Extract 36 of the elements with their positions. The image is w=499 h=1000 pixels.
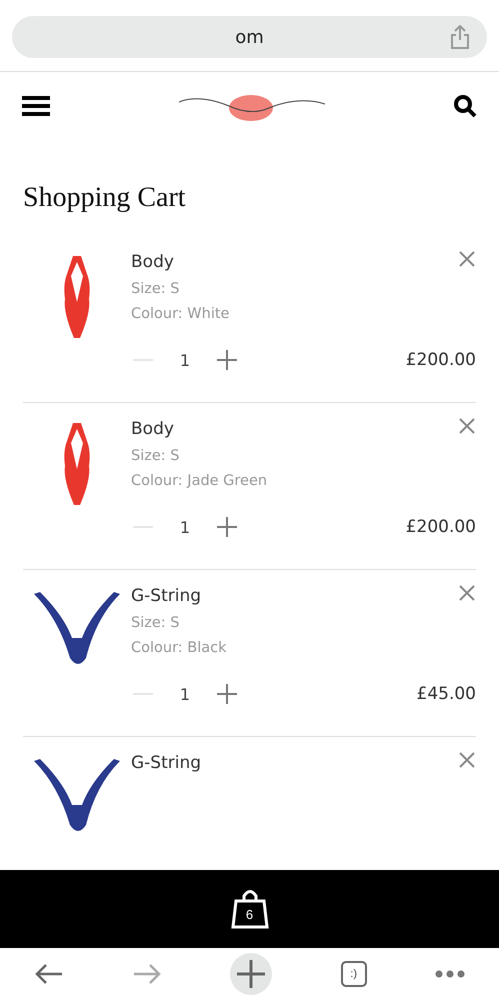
- size-text: Size: S: [131, 448, 180, 464]
- quantity-text: 1: [178, 350, 192, 370]
- product-name[interactable]: Body: [131, 252, 174, 272]
- colour-text: Colour: Black: [131, 640, 228, 656]
- address-bar[interactable]: om: [12, 16, 487, 58]
- close-icon[interactable]: [458, 250, 476, 268]
- size-text: Size: S: [131, 281, 180, 297]
- product-name[interactable]: Body: [131, 419, 174, 439]
- close-icon[interactable]: [458, 417, 476, 435]
- url-text: om: [235, 26, 264, 48]
- price-text: £45.00: [416, 684, 476, 704]
- back-icon[interactable]: [34, 963, 64, 985]
- plus-icon[interactable]: [215, 348, 239, 372]
- plus-icon[interactable]: [215, 682, 239, 706]
- cart-bag-button[interactable]: 6: [230, 887, 270, 931]
- plus-icon[interactable]: [215, 515, 239, 539]
- new-tab-button[interactable]: [230, 953, 272, 995]
- close-icon[interactable]: [458, 584, 476, 602]
- size-text: Size: S: [131, 615, 180, 631]
- cart-count: 6: [244, 907, 254, 922]
- price-text: £200.00: [406, 350, 476, 370]
- close-icon[interactable]: [458, 751, 476, 769]
- quantity-text: 1: [178, 518, 192, 536]
- colour-text: Colour: White: [131, 306, 230, 322]
- tabs-button[interactable]: :): [340, 961, 367, 987]
- product-name[interactable]: G-String: [131, 586, 202, 606]
- price-text: £200.00: [406, 517, 476, 537]
- page-title: Shopping Cart: [23, 182, 187, 214]
- menu-icon[interactable]: [22, 95, 50, 117]
- share-icon[interactable]: [449, 24, 471, 50]
- product-name[interactable]: G-String: [131, 753, 202, 773]
- colour-text: Colour: Jade Green: [131, 473, 268, 489]
- more-icon[interactable]: [434, 970, 465, 978]
- forward-icon[interactable]: [132, 963, 162, 985]
- quantity-text: 1: [178, 684, 192, 704]
- search-icon[interactable]: [453, 94, 477, 118]
